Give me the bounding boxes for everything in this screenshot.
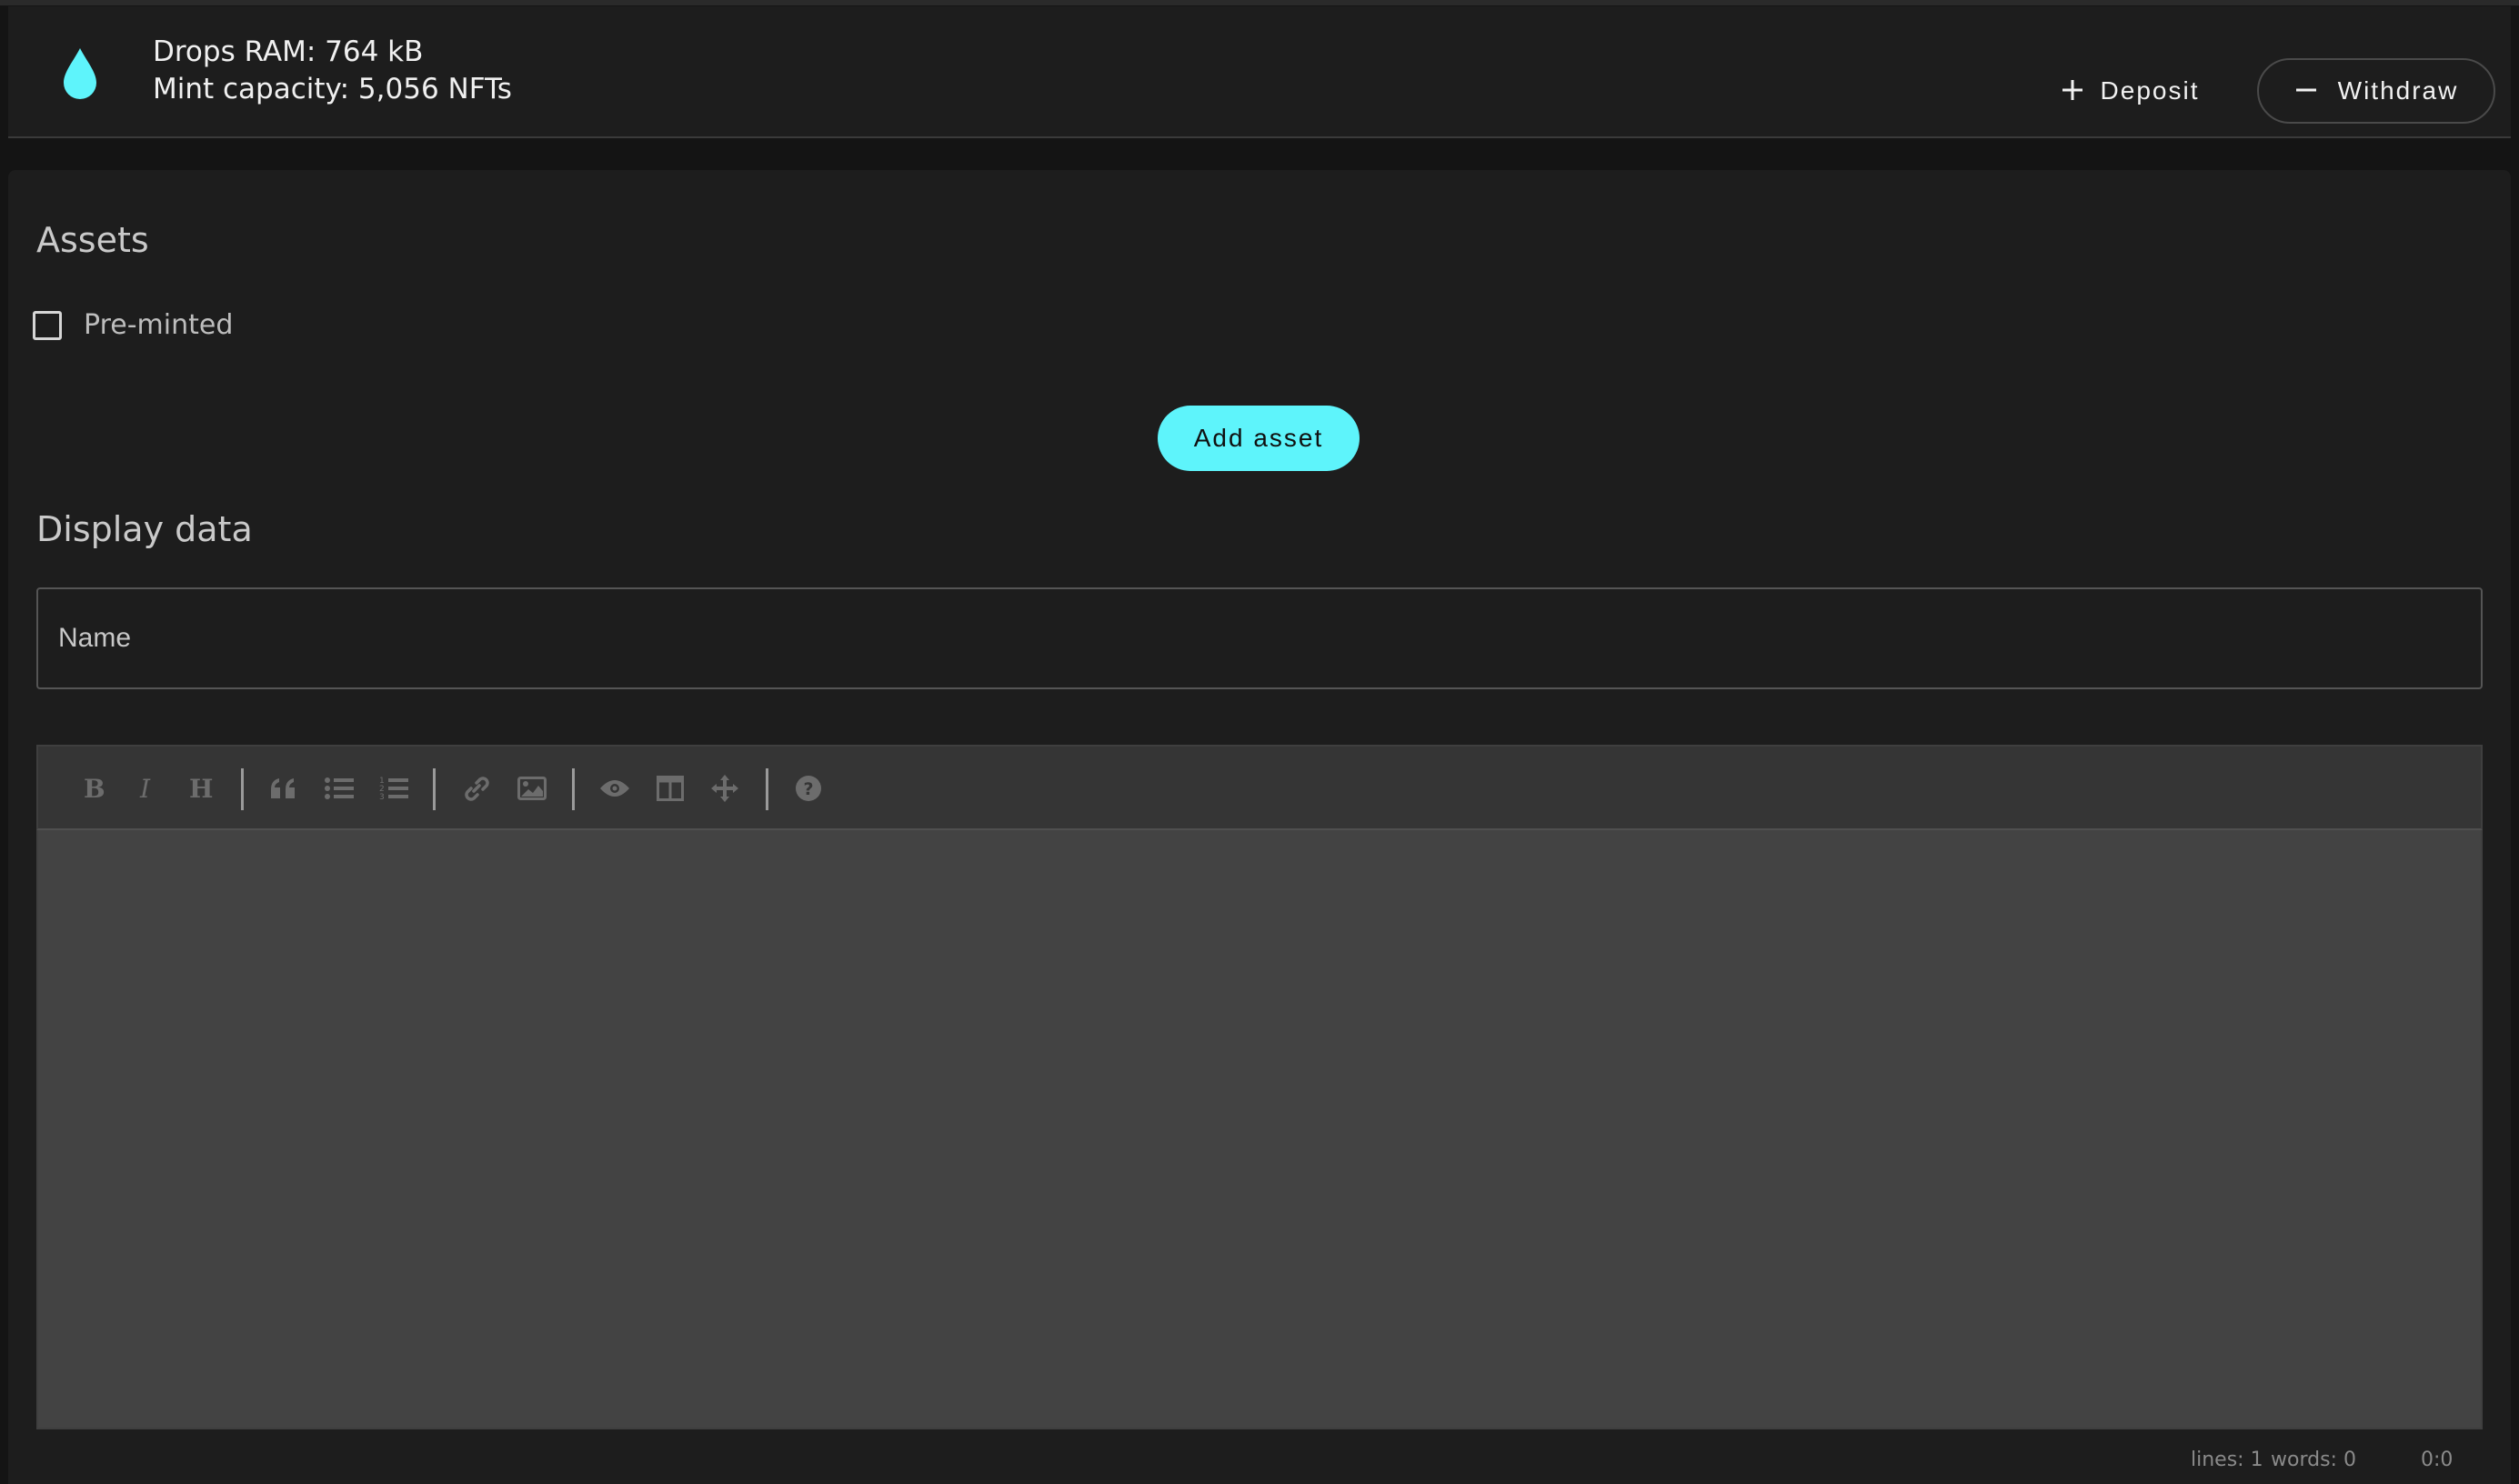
preview-icon[interactable]	[595, 768, 635, 808]
side-by-side-icon[interactable]	[650, 768, 690, 808]
svg-text:B: B	[84, 775, 105, 802]
svg-text:?: ?	[803, 779, 813, 799]
bold-icon[interactable]: B	[73, 768, 113, 808]
italic-icon[interactable]: I	[126, 768, 166, 808]
deposit-button[interactable]: Deposit	[2034, 61, 2225, 121]
image-icon[interactable]	[512, 768, 552, 808]
toolbar-separator	[572, 768, 575, 810]
plus-icon	[2061, 75, 2084, 107]
markdown-editor-area[interactable]	[36, 830, 2483, 1429]
heading-icon[interactable]: H	[182, 768, 222, 808]
preminted-label: Pre-minted	[84, 309, 234, 341]
svg-text:I: I	[139, 775, 151, 802]
svg-text:H: H	[189, 775, 213, 802]
help-icon[interactable]: ?	[788, 768, 828, 808]
preminted-checkbox-row[interactable]: Pre-minted	[33, 309, 233, 341]
svg-text:3: 3	[379, 793, 385, 801]
ordered-list-icon[interactable]: 123	[374, 768, 414, 808]
preminted-checkbox[interactable]	[33, 310, 62, 340]
name-input[interactable]	[36, 587, 2483, 689]
assets-title: Assets	[36, 220, 149, 260]
toolbar-separator	[241, 768, 244, 810]
status-words: words: 0	[2271, 1449, 2356, 1471]
status-cursor: 0:0	[2421, 1449, 2454, 1471]
mint-capacity-label: Mint capacity: 5,056 NFTs	[153, 73, 512, 105]
add-asset-button[interactable]: Add asset	[1158, 406, 1360, 471]
drops-ram-label: Drops RAM: 764 kB	[153, 35, 424, 68]
toolbar-separator	[433, 768, 436, 810]
fullscreen-icon[interactable]	[705, 768, 745, 808]
withdraw-button[interactable]: Withdraw	[2257, 58, 2495, 124]
top-rule	[0, 0, 2519, 5]
editor-toolbar: B I H 123 ?	[36, 745, 2483, 830]
minus-icon	[2294, 75, 2318, 107]
unordered-list-icon[interactable]	[319, 768, 359, 808]
status-lines: lines: 1	[2191, 1449, 2263, 1471]
water-drop-icon	[64, 48, 96, 99]
toolbar-separator	[766, 768, 768, 810]
display-data-title: Display data	[36, 509, 253, 549]
deposit-label: Deposit	[2100, 76, 2200, 105]
quote-icon[interactable]	[264, 768, 304, 808]
link-icon[interactable]	[457, 768, 497, 808]
drops-stats: Drops RAM: 764 kB Mint capacity: 5,056 N…	[153, 34, 512, 108]
withdraw-label: Withdraw	[2337, 76, 2459, 105]
